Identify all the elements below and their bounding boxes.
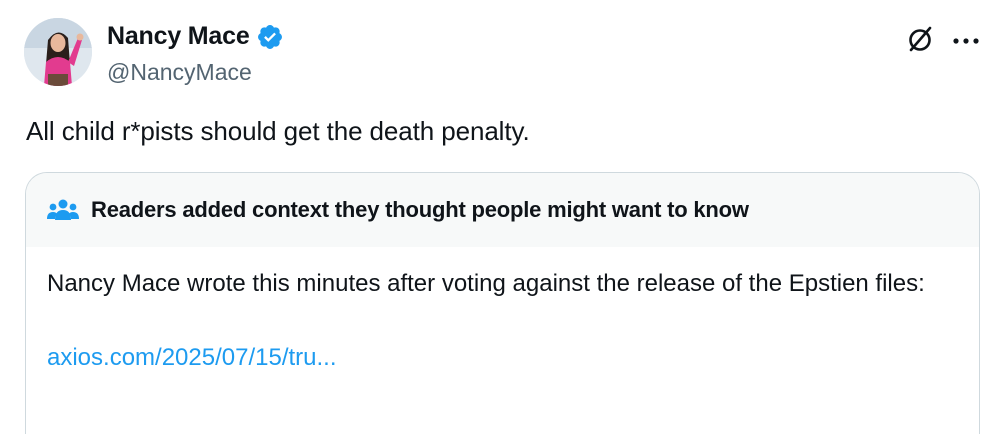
- tweet-text: All child r*pists should get the death p…: [26, 116, 530, 146]
- community-note-title: Readers added context they thought peopl…: [91, 197, 749, 222]
- author-handle[interactable]: @NancyMace: [107, 59, 252, 86]
- author-display-name[interactable]: Nancy Mace: [107, 22, 250, 51]
- tweet: Nancy Mace @NancyMace All child r*pists …: [0, 0, 1000, 446]
- community-note-header: Readers added context they thought peopl…: [26, 173, 979, 247]
- community-note-body: Nancy Mace wrote this minutes after voti…: [26, 247, 979, 373]
- community-note-text: Nancy Mace wrote this minutes after voti…: [47, 270, 925, 297]
- community-note: Readers added context they thought peopl…: [25, 172, 980, 434]
- grok-icon[interactable]: [905, 24, 935, 54]
- more-options-icon[interactable]: [951, 33, 981, 44]
- author-name-row: Nancy Mace: [107, 22, 284, 51]
- people-icon: [47, 198, 79, 222]
- community-note-link[interactable]: axios.com/2025/07/15/tru...: [47, 343, 958, 373]
- verified-badge-icon[interactable]: [256, 23, 284, 51]
- profile-photo-icon: [24, 18, 92, 86]
- author-avatar[interactable]: [24, 18, 92, 86]
